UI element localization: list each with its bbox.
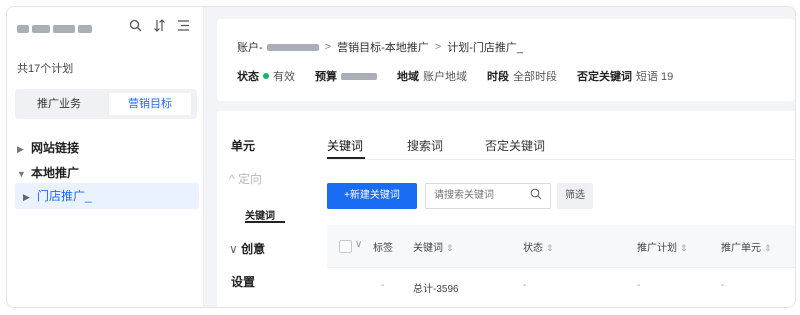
tab-search-terms[interactable]: 搜索词 [407, 137, 443, 154]
tab-marketing-goal[interactable]: 营销目标 [109, 93, 191, 115]
column-unit-label: 推广单元 [721, 243, 761, 254]
breadcrumb-goal[interactable]: 营销目标-本地推广 [337, 39, 429, 55]
column-status-label: 状态 [523, 243, 543, 254]
tab-keywords[interactable]: 关键词 [327, 137, 363, 154]
breadcrumb-account[interactable]: 账户- [237, 39, 263, 55]
tree-item-label: 网站链接 [31, 141, 80, 155]
negative-keyword-label: 否定关键词 [577, 71, 632, 83]
region-label: 地域 [397, 71, 419, 83]
app-window: 共17个计划 推广业务 营销目标 ▶ 网站链接 ▼ 本地推广 ▶ 门店推广_ 账户- … [6, 6, 796, 308]
nav-active-indicator [245, 221, 285, 223]
search-icon[interactable] [127, 19, 143, 35]
nav-keywords[interactable]: 关键词 [245, 207, 275, 222]
tab-promotion-business[interactable]: 推广业务 [19, 93, 99, 115]
sort-icon[interactable]: ⇕ [764, 243, 772, 253]
tab-negative-keywords[interactable]: 否定关键词 [485, 137, 545, 154]
nav-targeting-label: 定向 [237, 172, 262, 186]
caret-right-icon[interactable]: ▶ [23, 184, 37, 210]
column-status[interactable]: 状态 ⇕ [523, 239, 554, 254]
status-dot-icon [263, 73, 269, 79]
nav-targeting[interactable]: ^ 定向 [229, 170, 262, 187]
column-tag: 标签 [373, 243, 393, 254]
search-icon[interactable] [530, 188, 542, 203]
budget-value-redacted[interactable] [341, 72, 377, 80]
plan-count: 共17个计划 [17, 63, 74, 75]
breadcrumb-separator: > [434, 41, 442, 53]
column-keyword-label: 关键词 [413, 243, 443, 254]
column-unit[interactable]: 推广单元 ⇕ [721, 239, 772, 254]
account-id-redacted [266, 43, 319, 51]
keyword-search-input[interactable] [426, 184, 530, 206]
negative-keyword-value[interactable]: 短语 19 [636, 68, 673, 84]
tree-item-label: 门店推广_ [37, 189, 92, 203]
chevron-down-icon[interactable]: ∨ [355, 239, 362, 250]
nav-settings[interactable]: 设置 [231, 273, 255, 290]
tab-divider [327, 159, 795, 160]
cell-tag: - [381, 280, 385, 291]
time-value[interactable]: 全部时段 [513, 68, 557, 84]
new-keyword-button[interactable]: +新建关键词 [327, 183, 417, 209]
sort-icon[interactable]: ⇕ [546, 243, 554, 253]
cell-keyword-total: 总计-3596 [413, 284, 459, 295]
keyword-search [425, 183, 551, 209]
table-row-total: - 总计-3596 - - - [327, 268, 795, 304]
sort-icon[interactable]: ⇕ [680, 243, 688, 253]
column-keyword[interactable]: 关键词 ⇕ [413, 239, 454, 254]
breadcrumb-plan: 计划-门店推广_ [447, 42, 523, 54]
breadcrumb: 账户- > 营销目标-本地推广 > 计划-门店推广_ [237, 39, 523, 55]
unit-nav: 单元 ^ 定向 关键词 ∨ 创意 设置 [217, 111, 307, 307]
cell-status: - [523, 280, 527, 291]
nav-creative[interactable]: ∨ 创意 [229, 240, 265, 257]
column-plan-label: 推广计划 [637, 243, 677, 254]
cell-plan: - [637, 280, 641, 291]
nav-unit[interactable]: 单元 [231, 137, 255, 154]
plan-meta: 状态 有效 预算 地域 账户地域 时段 全部时段 否定关键词 短语 19 [237, 68, 685, 84]
keyword-content: 关键词 搜索词 否定关键词 +新建关键词 筛选 ∨ 标签 关键词⇕ 状态⇕ 推广… [327, 111, 795, 307]
main-panel: 单元 ^ 定向 关键词 ∨ 创意 设置 关键词 搜索词 否定关键词 +新建关键词… [217, 111, 795, 307]
tab-active-indicator [327, 157, 365, 159]
select-all-checkbox[interactable] [339, 240, 352, 253]
tree-item-label: 本地推广 [31, 166, 80, 180]
chevron-down-icon: ∨ [229, 242, 242, 256]
filter-button[interactable]: 筛选 [557, 183, 593, 209]
table-header: ∨ 标签 关键词 ⇕ 状态 ⇕ 推广计划 ⇕ 推广单元 ⇕ [327, 225, 795, 268]
nav-creative-label: 创意 [241, 242, 266, 256]
plan-sidebar: 共17个计划 推广业务 营销目标 ▶ 网站链接 ▼ 本地推广 ▶ 门店推广_ [7, 7, 204, 307]
sidebar-tab-switch: 推广业务 营销目标 [15, 89, 197, 119]
caret-right-icon[interactable]: ▶ [17, 136, 31, 162]
budget-label: 预算 [315, 71, 337, 83]
plan-header: 账户- > 营销目标-本地推广 > 计划-门店推广_ 状态 有效 预算 地域 账… [217, 19, 795, 101]
column-plan[interactable]: 推广计划 ⇕ [637, 239, 688, 254]
breadcrumb-separator: > [324, 41, 332, 53]
time-label: 时段 [487, 71, 509, 83]
cell-unit: - [721, 280, 725, 291]
menu-icon[interactable] [175, 19, 191, 35]
region-value[interactable]: 账户地域 [423, 68, 467, 84]
status-label: 状态 [237, 71, 259, 83]
tree-item-store-promotion[interactable]: ▶ 门店推广_ [15, 183, 199, 209]
status-value: 有效 [273, 71, 295, 83]
chevron-up-icon: ^ [229, 172, 238, 186]
sort-icon[interactable] [151, 19, 167, 35]
sort-icon[interactable]: ⇕ [446, 243, 454, 253]
tree-item-website-link[interactable]: ▶ 网站链接 [7, 135, 203, 161]
account-name-redacted [17, 25, 92, 33]
